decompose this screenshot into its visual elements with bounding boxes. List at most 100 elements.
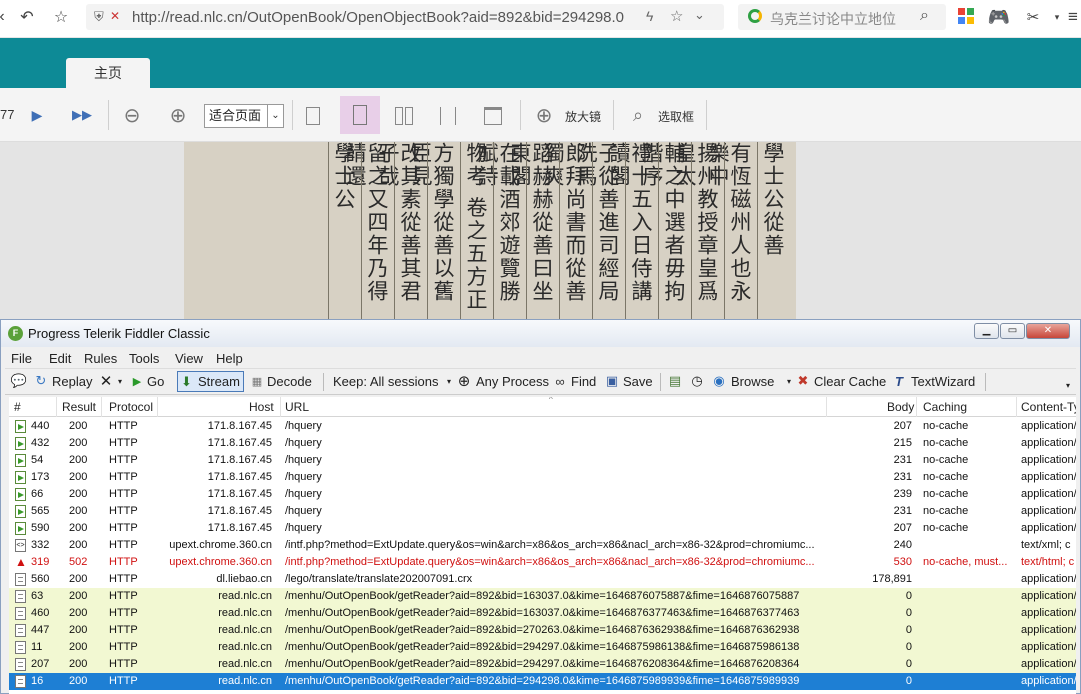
replay-button[interactable]: Replay (52, 374, 92, 389)
save-icon[interactable]: ▣ (604, 373, 620, 389)
cell-content-type: application/ (1021, 624, 1076, 636)
comment-icon[interactable]: 💬 (11, 373, 27, 389)
replay-icon[interactable]: ↻ (33, 373, 49, 389)
single-page-icon[interactable] (306, 107, 320, 125)
binoculars-icon[interactable]: ∞ (552, 373, 568, 389)
game-icon[interactable]: 🎮 (988, 6, 1010, 28)
col-content-type[interactable]: Content-Ty (1021, 400, 1076, 414)
session-row[interactable]: ▲ 319 502 HTTP upext.chrome.360.cn/intf.php?… (9, 554, 1076, 571)
go-icon[interactable]: ▶ (129, 373, 145, 389)
col-host[interactable]: Host (249, 400, 274, 414)
save-button[interactable]: Save (623, 374, 653, 389)
column-separator[interactable] (916, 397, 917, 417)
col-protocol[interactable]: Protocol (109, 400, 153, 414)
stream-toggle[interactable]: ⬇ Stream (177, 371, 244, 392)
keep-sessions-dropdown[interactable]: Keep: All sessions (333, 374, 439, 389)
address-bar[interactable]: ⛨ ✕ http://read.nlc.cn/OutOpenBook/OpenO… (86, 4, 724, 30)
scissors-icon[interactable]: ✂ (1022, 6, 1044, 28)
col-result[interactable]: Result (62, 400, 96, 414)
select-box-icon[interactable]: ⌕ (626, 88, 650, 142)
session-row[interactable]: 54 200 HTTP 171.8.167.45/hquery 231 no-cache a… (9, 452, 1076, 469)
browse-icon[interactable]: ◉ (711, 373, 727, 389)
page-number[interactable]: 77 (0, 107, 14, 122)
dropdown-icon[interactable]: ▾ (112, 373, 128, 389)
col-caching[interactable]: Caching (923, 400, 967, 414)
close-button[interactable]: ✕ (1026, 323, 1070, 339)
book-icon[interactable] (484, 107, 502, 125)
timer-icon[interactable]: ◷ (689, 373, 705, 389)
column-separator[interactable] (826, 397, 827, 417)
session-row[interactable]: 207 200 HTTP read.nlc.cn/menhu/OutOpenBook/… (9, 656, 1076, 673)
minimize-button[interactable]: ▁ (974, 323, 999, 339)
last-page-icon[interactable]: ▶▶ (70, 88, 94, 142)
next-page-icon[interactable]: ▶ (26, 88, 48, 142)
column-separator[interactable] (280, 397, 281, 417)
session-row[interactable]: 447 200 HTTP read.nlc.cn/menhu/OutOpenBook/… (9, 622, 1076, 639)
session-row[interactable]: <> 332 200 HTTP upext.chrome.360.cn/intf.php… (9, 537, 1076, 554)
col-body[interactable]: Body (887, 400, 914, 414)
any-process-button[interactable]: Any Process (476, 374, 549, 389)
clear-cache-button[interactable]: Clear Cache (814, 374, 886, 389)
menu-rules[interactable]: Rules (84, 351, 117, 366)
column-separator[interactable] (157, 397, 158, 417)
overflow-icon[interactable]: ▾ (1060, 377, 1076, 393)
menu-edit[interactable]: Edit (49, 351, 71, 366)
col-url[interactable]: URL (285, 400, 309, 414)
crosshair-icon[interactable]: ⊕ (456, 373, 472, 390)
session-row[interactable]: 173 200 HTTP 171.8.167.45/hquery 231 no-cache… (9, 469, 1076, 486)
zoom-in-icon[interactable]: ⊕ (166, 88, 190, 142)
star-icon[interactable]: ☆ (50, 6, 72, 28)
magnifier-icon[interactable]: ⊕ (532, 88, 556, 142)
session-row[interactable]: 432 200 HTTP 171.8.167.45/hquery 215 no-cache… (9, 435, 1076, 452)
session-row[interactable]: 565 200 HTTP 171.8.167.45/hquery 231 no-cache… (9, 503, 1076, 520)
back-icon[interactable]: ‹ (0, 6, 8, 28)
session-row[interactable]: 63 200 HTTP read.nlc.cn/menhu/OutOpenBook/g… (9, 588, 1076, 605)
search-icon[interactable]: ⌕ (920, 7, 929, 25)
cell-host: 171.8.167.45 (207, 522, 272, 534)
sessions-grid[interactable]: # Result Protocol Host URL ^ Body Cachin… (9, 397, 1076, 694)
session-row[interactable]: 590 200 HTTP 171.8.167.45/hquery 207 no-cache… (9, 520, 1076, 537)
favorite-icon[interactable]: ☆ (670, 7, 683, 25)
column-rule (757, 142, 758, 322)
column-separator[interactable] (56, 397, 57, 417)
chevron-down-icon[interactable]: ⌄ (694, 7, 705, 23)
zoom-select[interactable]: 适合页面 ⌄ (204, 104, 284, 128)
screenshot-icon[interactable]: ▤ (667, 373, 683, 389)
decode-icon[interactable]: ▦ (249, 373, 265, 389)
session-row[interactable]: 560 200 HTTP dl.liebao.cn/lego/translate/tr… (9, 571, 1076, 588)
menu-view[interactable]: View (175, 351, 203, 366)
continuous-page-button[interactable] (340, 96, 380, 134)
column-separator[interactable] (1016, 397, 1017, 417)
lightning-icon[interactable]: ϟ (646, 8, 653, 24)
column-separator[interactable] (101, 397, 102, 417)
menu-tools[interactable]: Tools (129, 351, 159, 366)
page-split-icon[interactable] (440, 107, 456, 125)
decode-button[interactable]: Decode (267, 374, 312, 389)
col-number[interactable]: # (14, 400, 21, 414)
session-row[interactable]: 440 200 HTTP 171.8.167.45/hquery 207 no-cache… (9, 418, 1076, 435)
apps-icon[interactable] (958, 8, 974, 24)
find-button[interactable]: Find (571, 374, 596, 389)
magnifier-label[interactable]: 放大镜 (565, 108, 601, 125)
two-page-icon[interactable] (395, 107, 403, 125)
select-box-label[interactable]: 选取框 (658, 108, 694, 125)
go-button[interactable]: Go (147, 374, 164, 389)
browse-button[interactable]: Browse (731, 374, 774, 389)
title-bar: F Progress Telerik Fiddler Classic ▁ ▭ ✕ (1, 320, 1080, 347)
maximize-button[interactable]: ▭ (1000, 323, 1025, 339)
clear-cache-icon[interactable]: ✖ (795, 373, 811, 389)
session-row[interactable]: 16 200 HTTP read.nlc.cn/menhu/OutOpenBook/g… (9, 673, 1076, 690)
tab-home[interactable]: 主页 (66, 58, 150, 88)
session-row[interactable]: 460 200 HTTP read.nlc.cn/menhu/OutOpenBook/… (9, 605, 1076, 622)
textwizard-icon[interactable]: T (891, 373, 907, 389)
zoom-out-icon[interactable]: ⊖ (120, 88, 144, 142)
session-row[interactable]: 66 200 HTTP 171.8.167.45/hquery 239 no-cache a… (9, 486, 1076, 503)
session-row[interactable]: 11 200 HTTP read.nlc.cn/menhu/OutOpenBook/g… (9, 639, 1076, 656)
document-viewport[interactable]: 學士公從善 有恆磁州人也永樂中 揚州教授章皇爲皇太 輔之中選者毋拘階序 禮十五入日侍講讀… (0, 142, 1081, 322)
undo-icon[interactable]: ↶ (16, 6, 38, 28)
menu-icon[interactable]: ≡ (1062, 6, 1081, 28)
textwizard-button[interactable]: TextWizard (911, 374, 975, 389)
search-bar[interactable]: 乌克兰讨论中立地位 ⌕ (738, 4, 946, 30)
menu-help[interactable]: Help (216, 351, 243, 366)
menu-file[interactable]: File (11, 351, 32, 366)
